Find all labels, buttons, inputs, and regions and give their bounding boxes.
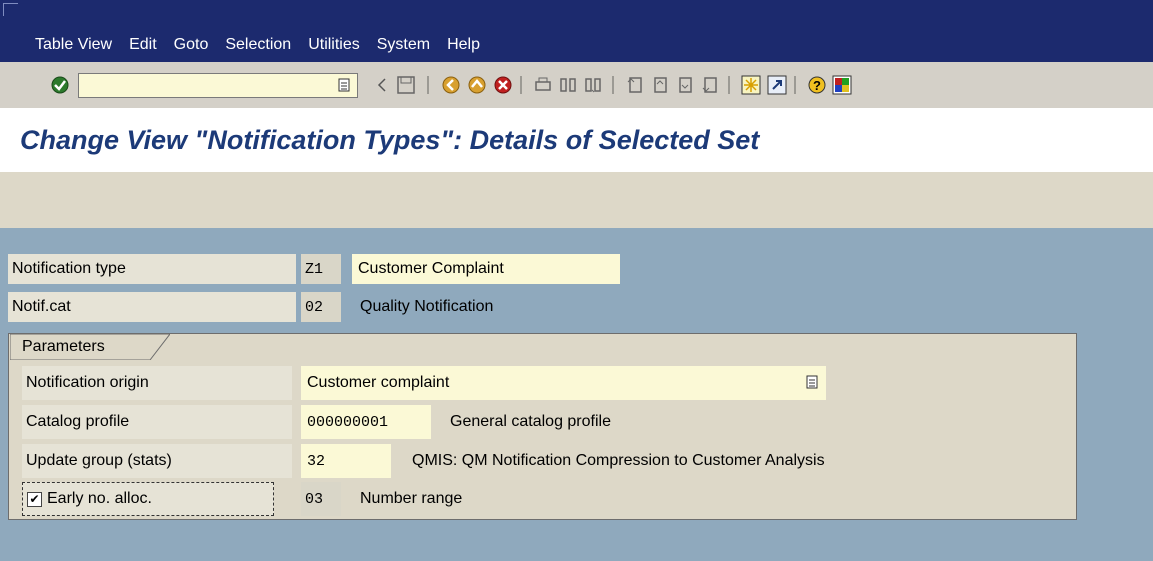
svg-text:?: ? [813, 78, 821, 93]
find-next-icon[interactable] [582, 74, 604, 96]
menu-bar: Table View Edit Goto Selection Utilities… [0, 0, 1153, 62]
menu-edit[interactable]: Edit [129, 36, 157, 54]
parameters-tab-label: Parameters [22, 338, 105, 355]
early-alloc-checkbox-row[interactable]: ✔ Early no. alloc. [22, 482, 274, 516]
find-icon[interactable] [557, 74, 579, 96]
help-icon[interactable]: ? [806, 74, 828, 96]
catalog-profile-label: Catalog profile [22, 405, 292, 439]
exit-icon[interactable] [466, 74, 488, 96]
back-icon[interactable] [440, 74, 462, 96]
notification-type-description: Customer Complaint [352, 254, 620, 284]
notification-type-field[interactable]: Z1 [301, 254, 341, 284]
next-page-icon[interactable] [674, 74, 696, 96]
menu-help[interactable]: Help [447, 36, 480, 54]
update-group-description: QMIS: QM Notification Compression to Cus… [412, 452, 825, 469]
update-group-field[interactable]: 32 [301, 444, 391, 478]
last-page-icon[interactable] [699, 74, 721, 96]
notif-cat-label: Notif.cat [8, 292, 296, 322]
dropdown-icon[interactable] [806, 375, 818, 394]
save-icon[interactable] [395, 74, 417, 96]
notification-origin-value: Customer complaint [307, 374, 450, 391]
catalog-profile-field[interactable]: 000000001 [301, 405, 431, 439]
early-alloc-number-range-field: 03 [301, 482, 341, 516]
command-dropdown-icon[interactable] [333, 74, 355, 96]
update-group-label: Update group (stats) [22, 444, 292, 478]
customize-layout-icon[interactable] [831, 74, 853, 96]
notification-origin-label: Notification origin [22, 366, 292, 400]
print-icon[interactable] [532, 74, 554, 96]
previous-page-icon[interactable] [649, 74, 671, 96]
notif-cat-description: Quality Notification [360, 298, 494, 315]
menu-items: Table View Edit Goto Selection Utilities… [35, 36, 497, 54]
page-title: Change View "Notification Types": Detail… [20, 125, 760, 155]
notification-type-label: Notification type [8, 254, 296, 284]
cancel-icon[interactable] [492, 74, 514, 96]
back-triangle-icon[interactable] [371, 74, 393, 96]
system-menu-icon[interactable] [3, 3, 18, 16]
early-alloc-label: Early no. alloc. [47, 490, 152, 507]
enter-icon[interactable] [49, 74, 71, 96]
notif-cat-field: 02 [301, 292, 341, 322]
menu-table-view[interactable]: Table View [35, 36, 112, 54]
catalog-profile-description: General catalog profile [450, 413, 611, 430]
menu-utilities[interactable]: Utilities [308, 36, 360, 54]
menu-selection[interactable]: Selection [225, 36, 291, 54]
command-field[interactable] [78, 73, 358, 98]
application-toolbar [0, 172, 1153, 228]
create-session-icon[interactable] [740, 74, 762, 96]
shortcut-icon[interactable] [766, 74, 788, 96]
first-page-icon[interactable] [624, 74, 646, 96]
number-range-label: Number range [360, 490, 463, 507]
early-alloc-checkbox[interactable]: ✔ [27, 491, 42, 507]
notification-origin-field[interactable]: Customer complaint [301, 366, 826, 400]
menu-system[interactable]: System [377, 36, 430, 54]
menu-goto[interactable]: Goto [174, 36, 209, 54]
